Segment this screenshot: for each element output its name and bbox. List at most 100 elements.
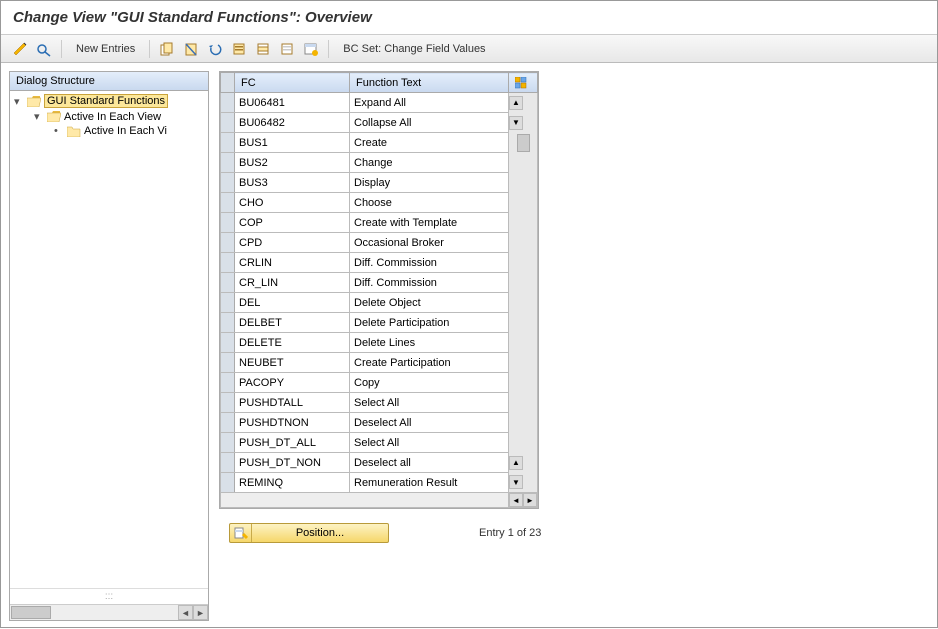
table-row[interactable]: BU06482Collapse All▼: [221, 113, 538, 133]
table-row[interactable]: BUS2Change: [221, 153, 538, 173]
expand-icon[interactable]: ▾: [14, 95, 24, 108]
cell-fc[interactable]: DELETE: [235, 333, 350, 353]
cell-fc[interactable]: PUSHDTALL: [235, 393, 350, 413]
cell-function-text[interactable]: Change: [350, 153, 509, 173]
row-selector[interactable]: [221, 133, 235, 153]
row-selector[interactable]: [221, 333, 235, 353]
row-selector[interactable]: [221, 373, 235, 393]
table-row[interactable]: PACOPYCopy: [221, 373, 538, 393]
expand-icon[interactable]: •: [54, 125, 64, 137]
cell-function-text[interactable]: Deselect All: [350, 413, 509, 433]
cell-function-text[interactable]: Choose: [350, 193, 509, 213]
table-config-button[interactable]: [509, 73, 538, 93]
table-row[interactable]: CPDOccasional Broker: [221, 233, 538, 253]
tree-hscroll[interactable]: ◄ ►: [10, 604, 208, 620]
select-all-icon[interactable]: [230, 40, 248, 58]
cell-function-text[interactable]: Diff. Commission: [350, 273, 509, 293]
scroll-down-icon[interactable]: ▼: [509, 475, 523, 489]
new-entries-button[interactable]: New Entries: [70, 41, 141, 57]
row-selector[interactable]: [221, 253, 235, 273]
corner-cell[interactable]: [221, 73, 235, 93]
cell-fc[interactable]: REMINQ: [235, 473, 350, 493]
table-row[interactable]: CHOChoose: [221, 193, 538, 213]
col-header-fc[interactable]: FC: [235, 73, 350, 93]
cell-function-text[interactable]: Delete Object: [350, 293, 509, 313]
cell-function-text[interactable]: Copy: [350, 373, 509, 393]
row-selector[interactable]: [221, 293, 235, 313]
cell-function-text[interactable]: Remuneration Result: [350, 473, 509, 493]
resize-handle[interactable]: :::: [10, 588, 208, 604]
cell-function-text[interactable]: Occasional Broker: [350, 233, 509, 253]
cell-function-text[interactable]: Diff. Commission: [350, 253, 509, 273]
row-selector[interactable]: [221, 433, 235, 453]
row-selector[interactable]: [221, 313, 235, 333]
table-row[interactable]: PUSH_DT_ALLSelect All: [221, 433, 538, 453]
row-selector[interactable]: [221, 213, 235, 233]
row-selector[interactable]: [221, 413, 235, 433]
cell-function-text[interactable]: Select All: [350, 393, 509, 413]
cell-function-text[interactable]: Delete Lines: [350, 333, 509, 353]
scroll-up-icon[interactable]: ▲: [509, 456, 523, 470]
cell-function-text[interactable]: Expand All: [350, 93, 509, 113]
tree-node[interactable]: ▾GUI Standard Functions: [10, 93, 208, 109]
row-selector[interactable]: [221, 93, 235, 113]
bc-set-button[interactable]: BC Set: Change Field Values: [337, 41, 491, 57]
cell-function-text[interactable]: Create: [350, 133, 509, 153]
scroll-right-icon[interactable]: ►: [193, 605, 208, 620]
cell-fc[interactable]: BU06482: [235, 113, 350, 133]
cell-fc[interactable]: PUSH_DT_ALL: [235, 433, 350, 453]
cell-function-text[interactable]: Display: [350, 173, 509, 193]
tree-node[interactable]: •Active In Each Vi: [10, 124, 208, 138]
undo-icon[interactable]: [206, 40, 224, 58]
cell-fc[interactable]: PACOPY: [235, 373, 350, 393]
cell-function-text[interactable]: Create with Template: [350, 213, 509, 233]
table-row[interactable]: DELETEDelete Lines: [221, 333, 538, 353]
scroll-left-icon[interactable]: ◄: [178, 605, 193, 620]
col-header-function-text[interactable]: Function Text: [350, 73, 509, 93]
cell-fc[interactable]: BUS3: [235, 173, 350, 193]
cell-fc[interactable]: CHO: [235, 193, 350, 213]
table-row[interactable]: REMINQRemuneration Result▼: [221, 473, 538, 493]
cell-fc[interactable]: NEUBET: [235, 353, 350, 373]
table-row[interactable]: BU06481Expand All▲: [221, 93, 538, 113]
table-hscroll[interactable]: ◄ ►: [221, 493, 538, 508]
scroll-left-icon[interactable]: ◄: [509, 493, 523, 507]
table-row[interactable]: PUSHDTALLSelect All: [221, 393, 538, 413]
row-selector[interactable]: [221, 193, 235, 213]
scroll-right-icon[interactable]: ►: [523, 493, 537, 507]
deselect-all-icon[interactable]: [278, 40, 296, 58]
cell-fc[interactable]: DELBET: [235, 313, 350, 333]
row-selector[interactable]: [221, 153, 235, 173]
table-row[interactable]: BUS3Display: [221, 173, 538, 193]
table-row[interactable]: NEUBETCreate Participation: [221, 353, 538, 373]
row-selector[interactable]: [221, 113, 235, 133]
toggle-display-change-icon[interactable]: [11, 40, 29, 58]
table-row[interactable]: COPCreate with Template: [221, 213, 538, 233]
tree-node[interactable]: ▾Active In Each View: [10, 109, 208, 124]
scroll-thumb[interactable]: [517, 134, 530, 152]
table-row[interactable]: BUS1Create: [221, 133, 538, 153]
cell-fc[interactable]: PUSH_DT_NON: [235, 453, 350, 473]
row-selector[interactable]: [221, 233, 235, 253]
cell-fc[interactable]: CRLIN: [235, 253, 350, 273]
row-selector[interactable]: [221, 273, 235, 293]
scroll-down-icon[interactable]: ▼: [509, 116, 523, 130]
table-row[interactable]: PUSH_DT_NONDeselect all▲: [221, 453, 538, 473]
cell-fc[interactable]: COP: [235, 213, 350, 233]
row-selector[interactable]: [221, 473, 235, 493]
row-selector[interactable]: [221, 393, 235, 413]
delete-icon[interactable]: [182, 40, 200, 58]
copy-as-icon[interactable]: [158, 40, 176, 58]
table-row[interactable]: DELBETDelete Participation: [221, 313, 538, 333]
scroll-up-icon[interactable]: ▲: [509, 96, 523, 110]
select-block-icon[interactable]: [254, 40, 272, 58]
table-row[interactable]: CR_LIN Diff. Commission: [221, 273, 538, 293]
table-row[interactable]: PUSHDTNONDeselect All: [221, 413, 538, 433]
config-icon[interactable]: [302, 40, 320, 58]
cell-fc[interactable]: CR_LIN: [235, 273, 350, 293]
cell-function-text[interactable]: Select All: [350, 433, 509, 453]
cell-function-text[interactable]: Deselect all: [350, 453, 509, 473]
scroll-thumb[interactable]: [11, 606, 51, 619]
row-selector[interactable]: [221, 353, 235, 373]
expand-icon[interactable]: ▾: [34, 110, 44, 123]
